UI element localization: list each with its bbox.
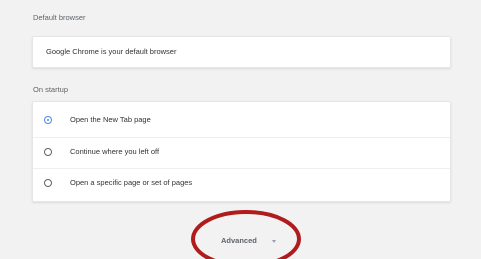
default-browser-status: Google Chrome is your default browser [46,47,177,56]
startup-option-continue[interactable]: Continue where you left off [33,137,450,168]
default-browser-heading: Default browser [33,13,86,22]
startup-option-label: Open a specific page or set of pages [70,178,193,187]
radio-unselected-icon[interactable] [44,179,52,187]
startup-option-specific-pages[interactable]: Open a specific page or set of pages [33,168,450,199]
startup-option-label: Continue where you left off [70,147,160,156]
radio-unselected-icon[interactable] [44,148,52,156]
startup-option-label: Open the New Tab page [70,115,151,124]
default-browser-card: Google Chrome is your default browser [32,36,451,68]
startup-option-new-tab[interactable]: Open the New Tab page [33,106,450,136]
chevron-down-icon[interactable] [272,240,276,243]
on-startup-heading: On startup [33,85,69,94]
on-startup-card: Open the New Tab page Continue where you… [32,101,451,202]
radio-selected-icon[interactable] [44,116,52,124]
advanced-button[interactable]: Advanced [221,236,257,246]
